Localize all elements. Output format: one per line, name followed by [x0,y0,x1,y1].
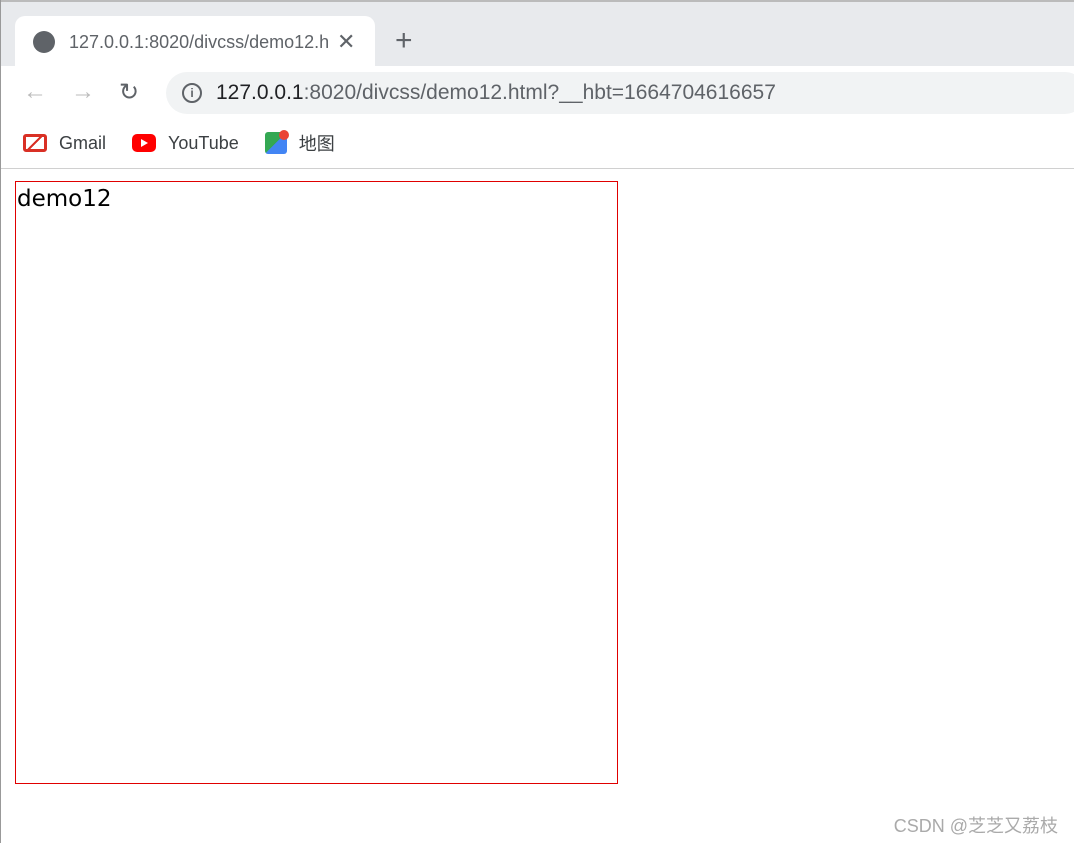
gmail-icon [23,134,47,152]
youtube-icon [132,134,157,152]
tab-strip: 127.0.0.1:8020/divcss/demo12.html ✕ + [1,0,1074,68]
info-icon[interactable]: i [182,83,202,103]
bookmark-gmail[interactable]: Gmail [23,133,106,154]
bookmark-label: YouTube [168,132,239,153]
new-tab-button[interactable]: + [395,26,413,56]
url-path: :8020/divcss/demo12.html?__hbt=166470461… [303,81,776,104]
address-bar[interactable]: i 127.0.0.1:8020/divcss/demo12.html?__hb… [166,72,1074,114]
back-icon[interactable]: ← [23,78,47,106]
globe-icon [33,31,55,53]
demo-box-text: demo12 [17,186,112,212]
watermark: CSDN @芝芝又荔枝 [893,816,1058,836]
bookmarks-bar: Gmail YouTube 地图 [1,118,1074,169]
tab-title: 127.0.0.1:8020/divcss/demo12.html [69,31,329,52]
demo-box: demo12 [15,181,618,784]
toolbar: ← → ↻ i 127.0.0.1:8020/divcss/demo12.htm… [1,66,1074,118]
bookmark-label: 地图 [298,134,335,154]
forward-icon[interactable]: → [71,78,95,106]
bookmark-label: Gmail [59,132,107,153]
url-text[interactable]: 127.0.0.1:8020/divcss/demo12.html?__hbt=… [216,81,776,105]
close-tab-icon[interactable]: ✕ [337,29,355,55]
bookmark-maps[interactable]: 地图 [264,130,335,156]
reload-icon[interactable]: ↻ [119,78,139,107]
tab-active[interactable]: 127.0.0.1:8020/divcss/demo12.html ✕ [15,16,375,68]
bookmark-youtube[interactable]: YouTube [132,133,239,154]
maps-icon [264,130,289,154]
url-host: 127.0.0.1 [216,81,304,104]
